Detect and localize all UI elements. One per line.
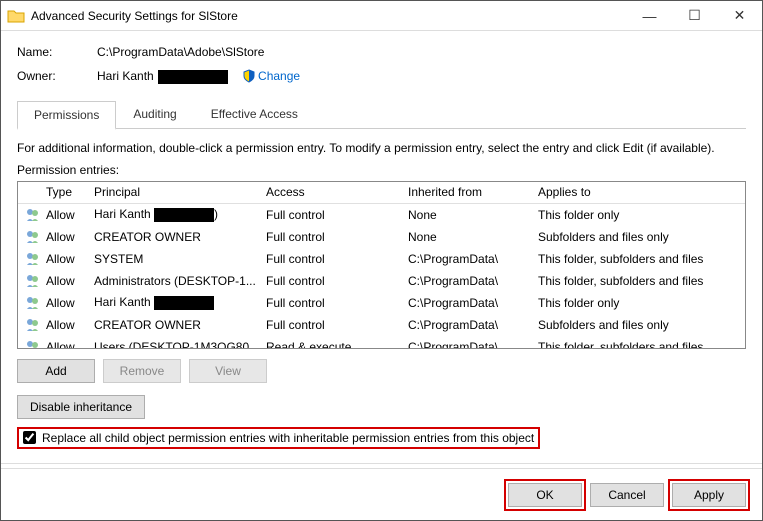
tab-effective-access[interactable]: Effective Access — [194, 100, 315, 129]
column-principal[interactable]: Principal — [92, 185, 264, 199]
cell-inherited: None — [406, 230, 536, 244]
cell-type: Allow — [44, 274, 92, 288]
cell-access: Full control — [264, 252, 406, 266]
table-row[interactable]: AllowCREATOR OWNERFull controlC:\Program… — [18, 314, 745, 336]
column-applies[interactable]: Applies to — [536, 185, 745, 199]
cell-applies: This folder, subfolders and files — [536, 340, 745, 349]
principal-icon — [22, 207, 44, 223]
principal-icon — [22, 273, 44, 289]
redacted-text — [158, 70, 228, 84]
cell-access: Full control — [264, 318, 406, 332]
cell-principal: CREATOR OWNER — [92, 318, 264, 332]
cell-inherited: C:\ProgramData\ — [406, 340, 536, 349]
cell-principal: Hari Kanth ) — [92, 207, 264, 222]
change-owner-link[interactable]: Change — [258, 69, 300, 83]
principal-icon — [22, 251, 44, 267]
tab-underline — [17, 128, 746, 129]
maximize-button[interactable]: ☐ — [672, 1, 717, 30]
cell-principal: SYSTEM — [92, 252, 264, 266]
column-inherited[interactable]: Inherited from — [406, 185, 536, 199]
column-access[interactable]: Access — [264, 185, 406, 199]
titlebar: Advanced Security Settings for SlStore —… — [1, 1, 762, 31]
table-row[interactable]: AllowHari Kanth Full controlC:\ProgramDa… — [18, 292, 745, 314]
principal-icon — [22, 339, 44, 349]
replace-child-checkbox[interactable] — [23, 431, 36, 444]
folder-icon — [7, 7, 25, 25]
entries-label: Permission entries: — [17, 163, 746, 177]
name-row: Name: C:\ProgramData\Adobe\SlStore — [17, 45, 746, 59]
cell-applies: Subfolders and files only — [536, 318, 745, 332]
cell-access: Full control — [264, 274, 406, 288]
grid-header: Type Principal Access Inherited from App… — [18, 182, 745, 204]
shield-icon — [242, 69, 256, 83]
cell-type: Allow — [44, 230, 92, 244]
cell-type: Allow — [44, 252, 92, 266]
disable-inheritance-button[interactable]: Disable inheritance — [17, 395, 145, 419]
cell-type: Allow — [44, 340, 92, 349]
close-button[interactable]: ✕ — [717, 1, 762, 30]
cell-principal: Hari Kanth — [92, 295, 264, 310]
cell-inherited: C:\ProgramData\ — [406, 296, 536, 310]
column-type[interactable]: Type — [44, 185, 92, 199]
cell-applies: This folder only — [536, 296, 745, 310]
cell-access: Full control — [264, 230, 406, 244]
remove-button: Remove — [103, 359, 181, 383]
cell-access: Full control — [264, 296, 406, 310]
table-row[interactable]: AllowHari Kanth )Full controlNoneThis fo… — [18, 204, 745, 226]
cell-principal: CREATOR OWNER — [92, 230, 264, 244]
principal-icon — [22, 317, 44, 333]
permission-grid[interactable]: Type Principal Access Inherited from App… — [17, 181, 746, 349]
tab-permissions[interactable]: Permissions — [17, 101, 116, 130]
view-button: View — [189, 359, 267, 383]
cell-principal: Administrators (DESKTOP-1... — [92, 274, 264, 288]
separator — [1, 463, 762, 464]
tab-strip: Permissions Auditing Effective Access — [17, 100, 746, 129]
cell-type: Allow — [44, 208, 92, 222]
principal-icon — [22, 295, 44, 311]
cell-applies: This folder, subfolders and files — [536, 252, 745, 266]
content-area: Name: C:\ProgramData\Adobe\SlStore Owner… — [1, 31, 762, 468]
ok-button[interactable]: OK — [508, 483, 582, 507]
name-label: Name: — [17, 45, 97, 59]
owner-value: Hari Kanth — [97, 69, 228, 84]
cell-inherited: C:\ProgramData\ — [406, 252, 536, 266]
cell-inherited: C:\ProgramData\ — [406, 318, 536, 332]
minimize-button[interactable]: — — [627, 1, 672, 30]
entry-buttons: Add Remove View — [17, 359, 746, 383]
cell-applies: Subfolders and files only — [536, 230, 745, 244]
cell-principal: Users (DESKTOP-1M3OG80\U... — [92, 340, 264, 349]
tab-auditing[interactable]: Auditing — [116, 100, 193, 129]
window-title: Advanced Security Settings for SlStore — [31, 9, 627, 23]
principal-icon — [22, 229, 44, 245]
apply-button[interactable]: Apply — [672, 483, 746, 507]
cell-access: Read & execute — [264, 340, 406, 349]
replace-child-label: Replace all child object permission entr… — [42, 431, 534, 445]
owner-label: Owner: — [17, 69, 97, 83]
replace-child-checkbox-row[interactable]: Replace all child object permission entr… — [17, 427, 540, 449]
owner-row: Owner: Hari Kanth Change — [17, 69, 746, 84]
cell-inherited: None — [406, 208, 536, 222]
cell-type: Allow — [44, 296, 92, 310]
table-row[interactable]: AllowCREATOR OWNERFull controlNoneSubfol… — [18, 226, 745, 248]
cell-applies: This folder, subfolders and files — [536, 274, 745, 288]
cell-inherited: C:\ProgramData\ — [406, 274, 536, 288]
name-value: C:\ProgramData\Adobe\SlStore — [97, 45, 264, 59]
cell-applies: This folder only — [536, 208, 745, 222]
table-row[interactable]: AllowSYSTEMFull controlC:\ProgramData\Th… — [18, 248, 745, 270]
cell-access: Full control — [264, 208, 406, 222]
cell-type: Allow — [44, 318, 92, 332]
add-button[interactable]: Add — [17, 359, 95, 383]
table-row[interactable]: AllowUsers (DESKTOP-1M3OG80\U...Read & e… — [18, 336, 745, 349]
dialog-footer: OK Cancel Apply — [1, 468, 762, 520]
info-text: For additional information, double-click… — [17, 141, 746, 155]
table-row[interactable]: AllowAdministrators (DESKTOP-1...Full co… — [18, 270, 745, 292]
advanced-security-window: Advanced Security Settings for SlStore —… — [0, 0, 763, 521]
cancel-button[interactable]: Cancel — [590, 483, 664, 507]
